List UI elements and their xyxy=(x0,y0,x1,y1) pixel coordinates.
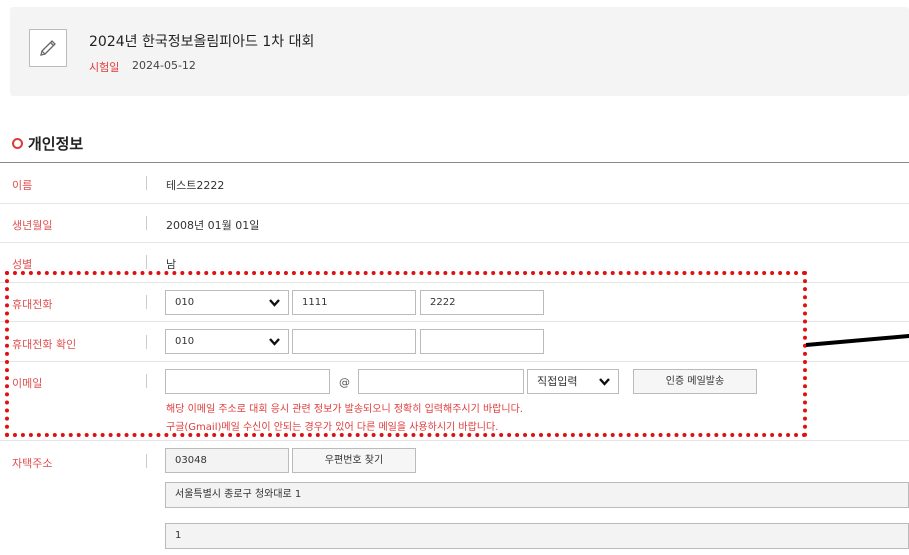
section-title-text: 개인정보 xyxy=(28,135,84,153)
email-local-input[interactable] xyxy=(165,369,330,394)
divider xyxy=(146,176,147,190)
address-line1-input[interactable]: 서울특별시 종로구 청와대로 1 xyxy=(165,482,909,508)
circle-icon xyxy=(12,138,23,149)
divider xyxy=(146,295,147,309)
email-domain-select-value: 직접입력 xyxy=(537,375,578,388)
name-value: 테스트2222 xyxy=(166,179,225,192)
phone-confirm-prefix-value: 010 xyxy=(175,336,195,347)
exam-date-value: 2024-05-12 xyxy=(132,59,196,72)
birth-value: 2008년 01월 01일 xyxy=(166,219,260,232)
phone-confirm-last-input[interactable] xyxy=(420,329,544,354)
divider xyxy=(0,321,909,322)
gmail-notice: 구글(Gmail)메일 수신이 안되는 경우가 있어 다른 메일을 사용하시기 … xyxy=(166,422,499,433)
pencil-icon xyxy=(40,40,56,56)
divider xyxy=(0,440,909,441)
phone-prefix-value: 010 xyxy=(175,297,195,308)
divider xyxy=(0,203,909,204)
birth-label: 생년월일 xyxy=(12,219,53,232)
postal-search-button[interactable]: 우편번호 찾기 xyxy=(292,448,416,473)
contest-header xyxy=(10,7,909,96)
divider xyxy=(146,374,147,388)
gender-label: 성별 xyxy=(12,258,33,271)
email-label: 이메일 xyxy=(12,377,43,390)
divider xyxy=(0,361,909,362)
chevron-down-icon xyxy=(599,378,610,386)
phone-confirm-prefix-select[interactable]: 010 xyxy=(165,329,289,354)
divider xyxy=(146,255,147,269)
annotation-pointer xyxy=(805,333,909,347)
divider xyxy=(146,335,147,349)
divider xyxy=(146,454,147,468)
postal-code-input[interactable]: 03048 xyxy=(165,448,289,473)
divider xyxy=(146,216,147,230)
phone-label: 휴대전화 xyxy=(12,298,53,311)
address-line2-input[interactable]: 1 xyxy=(165,523,909,549)
phone-last-input[interactable]: 2222 xyxy=(420,290,544,315)
section-title: 개인정보 xyxy=(12,133,83,154)
phone-prefix-select[interactable]: 010 xyxy=(165,290,289,315)
at-sign: @ xyxy=(339,376,350,389)
address-label: 자택주소 xyxy=(12,457,53,470)
email-domain-select[interactable]: 직접입력 xyxy=(527,369,619,394)
edit-button[interactable] xyxy=(29,29,67,67)
divider xyxy=(0,282,909,283)
divider xyxy=(0,242,909,243)
send-verification-mail-button[interactable]: 인증 메일발송 xyxy=(633,369,757,394)
chevron-down-icon xyxy=(269,338,280,346)
chevron-down-icon xyxy=(269,299,280,307)
contest-title: 2024년 한국정보올림피아드 1차 대회 xyxy=(89,34,315,50)
email-notice: 해당 이메일 주소로 대회 응시 관련 정보가 발송되오니 정확히 입력해주시기… xyxy=(166,404,523,415)
divider xyxy=(0,162,909,163)
exam-date-label: 시험일 xyxy=(89,61,120,74)
gender-value: 남 xyxy=(166,258,177,271)
email-domain-input[interactable] xyxy=(358,369,524,394)
phone-confirm-middle-input[interactable] xyxy=(292,329,416,354)
phone-confirm-label: 휴대전화 확인 xyxy=(12,338,77,351)
phone-middle-input[interactable]: 1111 xyxy=(292,290,416,315)
name-label: 이름 xyxy=(12,179,33,192)
